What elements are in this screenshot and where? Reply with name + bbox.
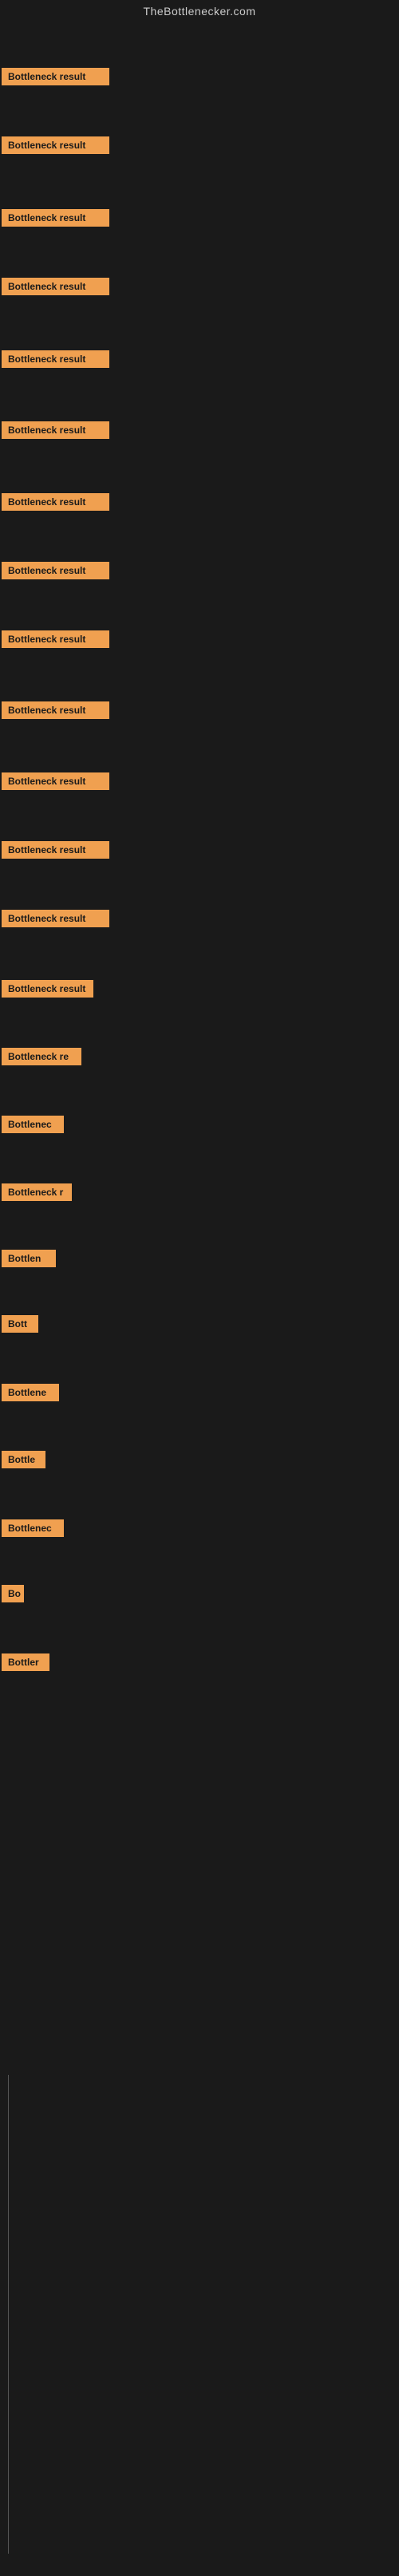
bottleneck-bar-row: Bottleneck result (2, 562, 109, 583)
bottleneck-bar: Bottleneck result (2, 701, 109, 719)
bottleneck-bar-row: Bottleneck result (2, 980, 93, 1002)
bottleneck-bar-row: Bottleneck result (2, 209, 109, 231)
bottleneck-bar: Bottlenec (2, 1519, 64, 1537)
bottleneck-bar: Bott (2, 1315, 38, 1333)
bottleneck-bar-row: Bottleneck result (2, 841, 109, 863)
bottleneck-bar: Bo (2, 1585, 24, 1602)
bottleneck-bar-row: Bott (2, 1315, 38, 1337)
bottleneck-bar: Bottleneck result (2, 421, 109, 439)
bottleneck-bar: Bottleneck result (2, 562, 109, 579)
bottleneck-bar-row: Bottleneck result (2, 493, 109, 515)
bottleneck-bar-row: Bottleneck result (2, 701, 109, 723)
bottleneck-bar-row: Bottlene (2, 1384, 59, 1405)
bottleneck-bar: Bottlenec (2, 1116, 64, 1133)
bottleneck-bar-row: Bottleneck result (2, 136, 109, 158)
chart-area: Bottleneck result Bottleneck result Bottle… (0, 22, 399, 2576)
bottleneck-bar-row: Bottleneck r (2, 1183, 72, 1205)
bottleneck-bar: Bottleneck result (2, 278, 109, 295)
bottleneck-bar-row: Bottle (2, 1451, 45, 1472)
bottleneck-bar-row: Bottleneck result (2, 421, 109, 443)
bottleneck-bar-row: Bottleneck result (2, 630, 109, 652)
bottleneck-bar-row: Bottleneck result (2, 278, 109, 299)
bottleneck-bar-row: Bottleneck result (2, 350, 109, 372)
bottleneck-bar: Bottleneck result (2, 841, 109, 859)
bottleneck-bar: Bottlene (2, 1384, 59, 1401)
bottleneck-bar-row: Bottlenec (2, 1116, 64, 1137)
bottleneck-bar-row: Bottleneck re (2, 1048, 81, 1069)
bottleneck-bar: Bottleneck result (2, 980, 93, 998)
bottleneck-bar: Bottleneck result (2, 209, 109, 227)
bottleneck-bar-row: Bottleneck result (2, 68, 109, 89)
bottleneck-bar: Bottlen (2, 1250, 56, 1267)
bottleneck-bar: Bottleneck r (2, 1183, 72, 1201)
bottleneck-bar: Bottleneck result (2, 493, 109, 511)
site-title: TheBottlenecker.com (0, 0, 399, 22)
bottleneck-bar-row: Bottlen (2, 1250, 56, 1271)
bottleneck-bar-row: Bottler (2, 1653, 49, 1675)
vertical-line (8, 2075, 9, 2554)
bottleneck-bar: Bottleneck result (2, 772, 109, 790)
bottleneck-bar: Bottleneck result (2, 630, 109, 648)
bottleneck-bar: Bottler (2, 1653, 49, 1671)
bottleneck-bar-row: Bottleneck result (2, 910, 109, 931)
bottleneck-bar: Bottleneck result (2, 68, 109, 85)
bottleneck-bar-row: Bo (2, 1585, 24, 1606)
bottleneck-bar: Bottleneck result (2, 350, 109, 368)
bottleneck-bar-row: Bottleneck result (2, 772, 109, 794)
bottleneck-bar-row: Bottlenec (2, 1519, 64, 1541)
bottleneck-bar: Bottleneck result (2, 136, 109, 154)
bottleneck-bar: Bottleneck re (2, 1048, 81, 1065)
bottleneck-bar: Bottleneck result (2, 910, 109, 927)
bottleneck-bar: Bottle (2, 1451, 45, 1468)
